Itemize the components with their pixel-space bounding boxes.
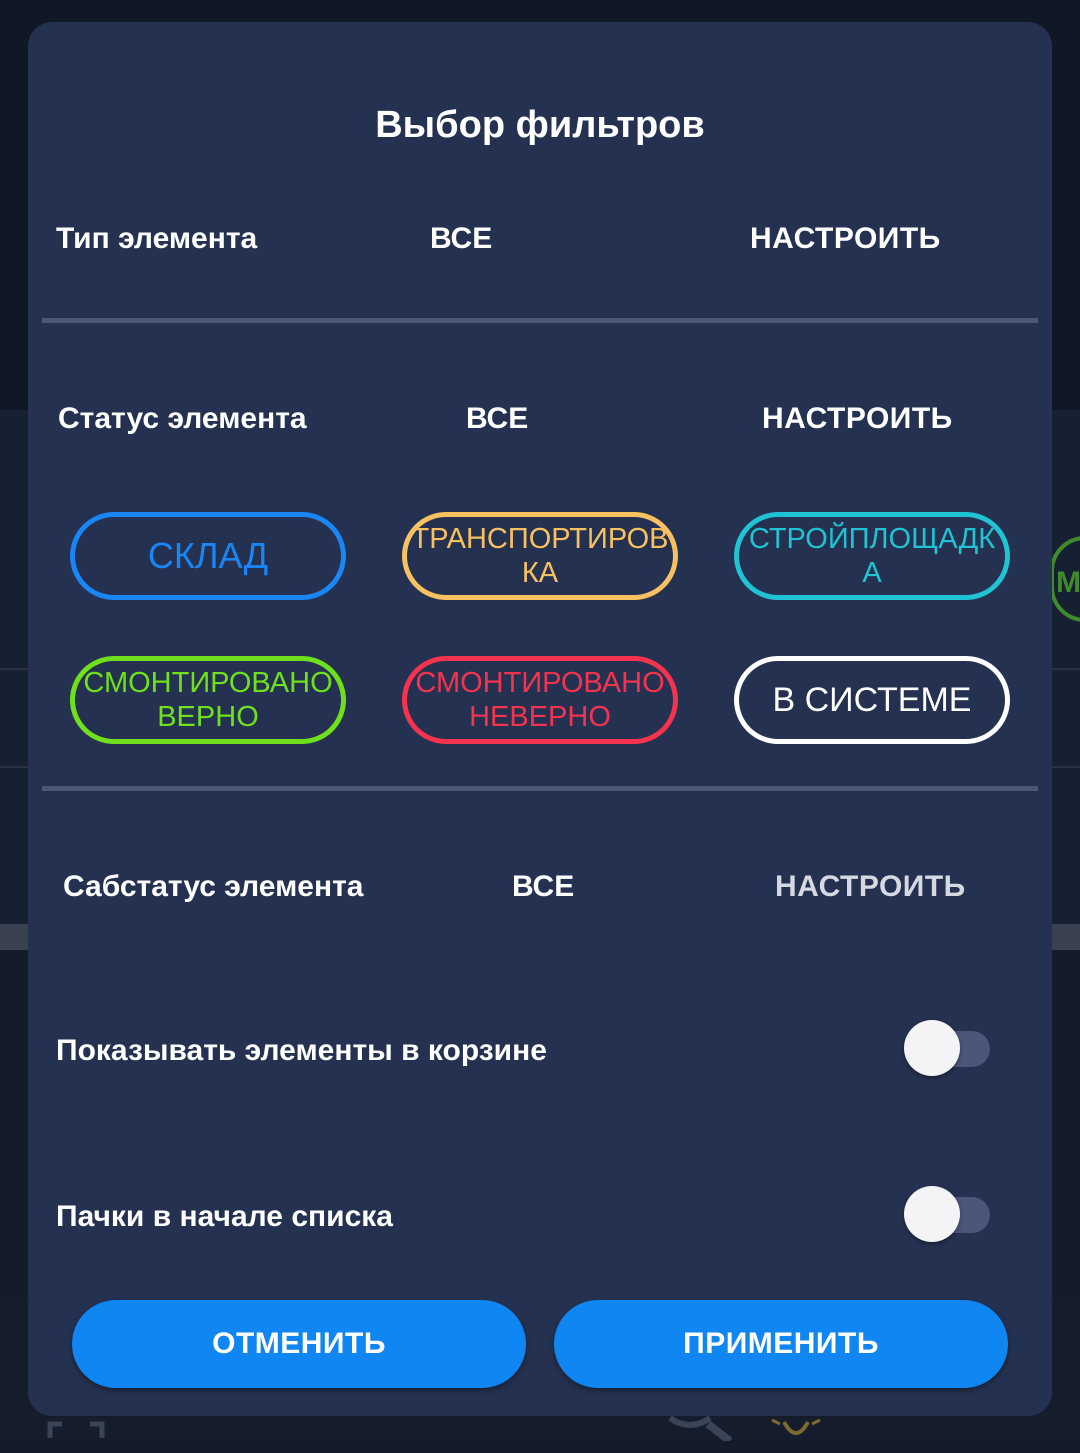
chip-label: СКЛАД — [147, 535, 269, 576]
status-chip-transportation[interactable]: ТРАНСПОРТИРОВ КА — [402, 512, 678, 600]
chip-label: СМОНТИРОВАНО — [415, 667, 665, 699]
toggle-knob — [904, 1186, 960, 1242]
element-substatus-label: Сабстатус элемента — [63, 870, 364, 903]
bundles-first-toggle[interactable] — [904, 1186, 992, 1242]
show-in-trash-label: Показывать элементы в корзине — [56, 1034, 547, 1067]
toggle-knob — [904, 1020, 960, 1076]
chip-label: ТРАНСПОРТИРОВ — [411, 523, 669, 555]
status-chip-warehouse[interactable]: СКЛАД — [70, 512, 346, 600]
chip-label: В СИСТЕМЕ — [772, 681, 972, 719]
element-substatus-configure-button[interactable]: НАСТРОИТЬ — [775, 870, 966, 904]
bundles-first-label: Пачки в начале списка — [56, 1200, 393, 1233]
chip-label-line2: ВЕРНО — [157, 701, 259, 733]
element-status-value: ВСЕ — [466, 402, 529, 435]
element-status-label: Статус элемента — [58, 402, 307, 435]
status-chip-in-system[interactable]: В СИСТЕМЕ — [734, 656, 1010, 744]
section-divider — [42, 786, 1038, 791]
chip-label-line2: КА — [521, 557, 559, 589]
chip-label-line2: А — [862, 557, 882, 589]
scan-icon — [46, 1418, 106, 1453]
element-substatus-value: ВСЕ — [512, 870, 575, 903]
background-chip-letter: М — [1056, 566, 1080, 599]
filter-dialog: Выбор фильтров Тип элемента ВСЕ НАСТРОИТ… — [28, 22, 1052, 1416]
section-divider — [42, 318, 1038, 323]
apply-button[interactable]: ПРИМЕНИТЬ — [554, 1300, 1008, 1388]
cancel-button[interactable]: ОТМЕНИТЬ — [72, 1300, 526, 1388]
element-status-configure-button[interactable]: НАСТРОИТЬ — [762, 402, 953, 436]
chip-label-line2: НЕВЕРНО — [469, 701, 611, 733]
chip-label: СТРОЙПЛОЩАДК — [748, 523, 996, 555]
status-chip-mounted-correctly[interactable]: СМОНТИРОВАНО ВЕРНО — [70, 656, 346, 744]
element-type-value: ВСЕ — [430, 222, 493, 255]
element-type-configure-button[interactable]: НАСТРОИТЬ — [750, 222, 941, 256]
status-chip-construction-site[interactable]: СТРОЙПЛОЩАДК А — [734, 512, 1010, 600]
element-type-label: Тип элемента — [56, 222, 258, 255]
show-in-trash-toggle[interactable] — [904, 1020, 992, 1076]
status-chip-mounted-incorrectly[interactable]: СМОНТИРОВАНО НЕВЕРНО — [402, 656, 678, 744]
dialog-title: Выбор фильтров — [375, 104, 705, 146]
chip-label: СМОНТИРОВАНО — [83, 667, 333, 699]
